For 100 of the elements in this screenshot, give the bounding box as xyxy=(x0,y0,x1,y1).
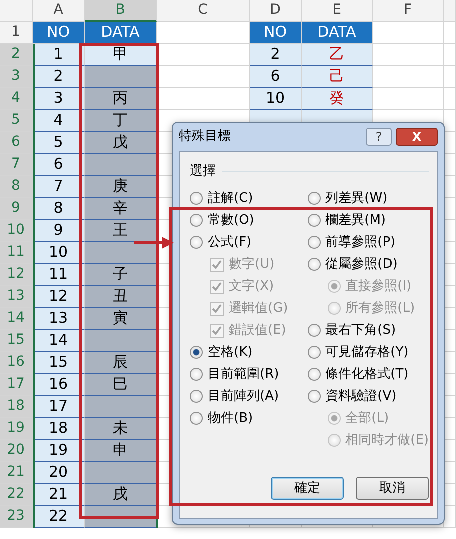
row-header[interactable]: 22 xyxy=(0,484,33,506)
row-header[interactable]: 19 xyxy=(0,418,33,440)
radio-option[interactable]: 物件(B) xyxy=(190,408,308,430)
row-header[interactable]: 11 xyxy=(0,242,33,264)
radio-icon[interactable] xyxy=(308,192,321,205)
table-cell xyxy=(373,66,444,88)
table-cell xyxy=(444,88,456,110)
radio-option[interactable]: 前導參照(P) xyxy=(308,232,429,254)
radio-icon[interactable] xyxy=(308,258,321,271)
row-header[interactable]: 20 xyxy=(0,440,33,462)
row-header[interactable]: 3 xyxy=(0,66,33,88)
column-header[interactable]: C xyxy=(157,0,250,22)
radio-option[interactable]: 從屬參照(D) xyxy=(308,254,429,276)
column-header[interactable]: E xyxy=(302,0,373,22)
row-header[interactable]: 15 xyxy=(0,330,33,352)
table-cell: 2 xyxy=(33,66,85,88)
help-button[interactable]: ? xyxy=(366,128,392,146)
table-cell: 13 xyxy=(33,308,85,330)
radio-icon[interactable] xyxy=(190,368,203,381)
radio-icon[interactable] xyxy=(190,390,203,403)
column-header[interactable]: F xyxy=(373,0,444,22)
radio-icon[interactable] xyxy=(308,390,321,403)
table-cell: 6 xyxy=(33,154,85,176)
window-title: 特殊目標 xyxy=(179,128,231,146)
radio-icon[interactable] xyxy=(308,346,321,359)
row-header[interactable]: 7 xyxy=(0,154,33,176)
radio-icon[interactable] xyxy=(190,192,203,205)
table-cell: 15 xyxy=(33,352,85,374)
column-header[interactable]: A xyxy=(33,0,85,22)
row-header[interactable]: 9 xyxy=(0,198,33,220)
table-cell: 18 xyxy=(33,418,85,440)
radio-icon[interactable] xyxy=(308,368,321,381)
table-cell: 10 xyxy=(250,88,302,110)
table-cell: 8 xyxy=(33,198,85,220)
table-cell: 王 xyxy=(85,220,157,242)
radio-option[interactable]: 最右下角(S) xyxy=(308,320,429,342)
dialog-button[interactable]: 取消 xyxy=(356,477,429,500)
row-header[interactable]: 5 xyxy=(0,110,33,132)
table-cell: 9 xyxy=(33,220,85,242)
radio-option[interactable]: 可見儲存格(Y) xyxy=(308,342,429,364)
table-cell: 乙 xyxy=(302,44,373,66)
radio-icon[interactable] xyxy=(190,236,203,249)
table-cell xyxy=(373,22,444,44)
row-header[interactable]: 14 xyxy=(0,308,33,330)
table-cell: 己 xyxy=(302,66,373,88)
radio-icon[interactable] xyxy=(190,214,203,227)
radio-option[interactable]: 註解(C) xyxy=(190,188,308,210)
table-cell: 巳 xyxy=(85,374,157,396)
row-header[interactable]: 10 xyxy=(0,220,33,242)
radio-icon[interactable] xyxy=(190,412,203,425)
table-cell: 6 xyxy=(250,66,302,88)
table-cell: 22 xyxy=(33,506,85,528)
group-label: 選擇 xyxy=(190,163,216,181)
table-cell: 12 xyxy=(33,286,85,308)
radio-option[interactable]: 公式(F) xyxy=(190,232,308,254)
dialog-button[interactable]: 確定 xyxy=(271,477,344,500)
row-header[interactable]: 4 xyxy=(0,88,33,110)
radio-option[interactable]: 列差異(W) xyxy=(308,188,429,210)
table-cell: 癸 xyxy=(302,88,373,110)
radio-option[interactable]: 目前範圍(R) xyxy=(190,364,308,386)
table-cell: DATA xyxy=(85,22,157,44)
table-cell: NO xyxy=(33,22,85,44)
radio-option[interactable]: 資料驗證(V) xyxy=(308,386,429,408)
table-cell: 7 xyxy=(33,176,85,198)
radio-icon[interactable] xyxy=(308,214,321,227)
table-cell: 11 xyxy=(33,264,85,286)
row-header[interactable]: 21 xyxy=(0,462,33,484)
radio-icon[interactable] xyxy=(190,346,203,359)
radio-icon[interactable] xyxy=(308,236,321,249)
row-header[interactable]: 8 xyxy=(0,176,33,198)
row-header[interactable]: 2 xyxy=(0,44,33,66)
radio-option[interactable]: 空格(K) xyxy=(190,342,308,364)
row-header[interactable]: 13 xyxy=(0,286,33,308)
radio-icon[interactable] xyxy=(308,324,321,337)
close-button[interactable]: X xyxy=(396,128,438,146)
table-cell: 4 xyxy=(33,110,85,132)
table-cell: 2 xyxy=(250,44,302,66)
row-header[interactable]: 6 xyxy=(0,132,33,154)
radio-option[interactable]: 條件化格式(T) xyxy=(308,364,429,386)
table-cell: 庚 xyxy=(85,176,157,198)
radio-option[interactable]: 欄差異(M) xyxy=(308,210,429,232)
table-cell: NO xyxy=(250,22,302,44)
radio-option[interactable]: 目前陣列(A) xyxy=(190,386,308,408)
table-cell: 20 xyxy=(33,462,85,484)
row-header[interactable]: 23 xyxy=(0,506,33,528)
column-header[interactable]: D xyxy=(250,0,302,22)
row-header[interactable]: 16 xyxy=(0,352,33,374)
table-cell: 14 xyxy=(33,330,85,352)
table-cell: 丙 xyxy=(85,88,157,110)
row-header[interactable]: 1 xyxy=(0,22,33,44)
table-cell: DATA xyxy=(302,22,373,44)
row-header[interactable]: 18 xyxy=(0,396,33,418)
column-header xyxy=(444,0,456,22)
table-cell: 3 xyxy=(33,88,85,110)
column-header[interactable]: B xyxy=(85,0,157,22)
table-cell: 10 xyxy=(33,242,85,264)
row-header[interactable]: 12 xyxy=(0,264,33,286)
table-cell: 寅 xyxy=(85,308,157,330)
radio-option[interactable]: 常數(O) xyxy=(190,210,308,232)
row-header[interactable]: 17 xyxy=(0,374,33,396)
